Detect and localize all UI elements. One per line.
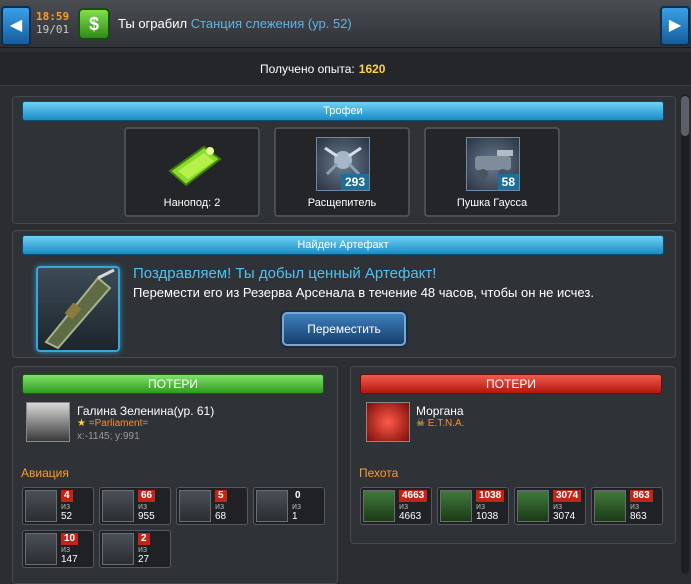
- aircraft-icon: [25, 490, 57, 522]
- unit-total: 147: [61, 554, 78, 565]
- coordinates: x:-1145; y:991: [77, 431, 140, 442]
- artifact-headline: Поздравляем! Ты добыл ценный Артефакт!: [133, 265, 437, 282]
- unit-total: 52: [61, 511, 73, 522]
- aircraft-icon: [179, 490, 211, 522]
- unit-of: из: [61, 501, 71, 511]
- avatar[interactable]: [366, 402, 410, 442]
- money-icon: $: [78, 8, 110, 40]
- unit-of: из: [476, 501, 486, 511]
- trophies-header: Трофеи: [22, 101, 664, 121]
- unit-card[interactable]: 4663 из 4663: [360, 487, 432, 525]
- title-target-link[interactable]: Станция слежения (ур. 52): [191, 16, 352, 31]
- clock: 18:59 19/01: [36, 10, 69, 36]
- unit-total: 1038: [476, 511, 499, 522]
- unit-of: из: [215, 501, 225, 511]
- trophy-label: Пушка Гаусса: [456, 197, 528, 209]
- avatar[interactable]: [26, 402, 70, 442]
- unit-card[interactable]: 2 из 27: [99, 530, 171, 568]
- infantry-icon: [517, 490, 549, 522]
- infantry-icon: [363, 490, 395, 522]
- trophy-count: 58: [497, 174, 519, 190]
- aircraft-icon: [256, 490, 288, 522]
- trophy-label: Расщепитель: [307, 197, 377, 209]
- splitter-icon: 293: [316, 137, 370, 191]
- aircraft-icon: [102, 490, 134, 522]
- unit-card[interactable]: 0 из 1: [253, 487, 325, 525]
- experience-value: 1620: [358, 62, 386, 76]
- unit-total: 4663: [399, 511, 422, 522]
- unit-card[interactable]: 3074 из 3074: [514, 487, 586, 525]
- unit-total: 955: [138, 511, 155, 522]
- skull-icon: ☠: [416, 418, 425, 429]
- unit-card[interactable]: 5 из 68: [176, 487, 248, 525]
- section-aviation: Авиация: [21, 466, 69, 480]
- trophy-splitter[interactable]: 293 Расщепитель: [274, 127, 410, 217]
- artifact-header: Найден Артефакт: [22, 235, 664, 255]
- alliance-name: ★ =Parliament=: [77, 418, 148, 429]
- alliance-label: E.T.N.A.: [427, 418, 465, 429]
- page-title: Ты ограбил Станция слежения (ур. 52): [118, 16, 352, 31]
- move-button[interactable]: Переместить: [282, 312, 406, 346]
- unit-total: 3074: [553, 511, 576, 522]
- clock-time: 18:59: [36, 10, 70, 23]
- trophy-nanopod[interactable]: Нанопод: 2: [124, 127, 260, 217]
- unit-of: из: [553, 501, 563, 511]
- unit-of: из: [630, 501, 640, 511]
- right-losses-header: ПОТЕРИ: [360, 374, 662, 394]
- unit-total: 27: [138, 554, 150, 565]
- unit-of: из: [138, 544, 148, 554]
- infantry-icon: [440, 490, 472, 522]
- unit-total: 1: [292, 511, 298, 522]
- artifact-description: Перемести его из Резерва Арсенала в тече…: [133, 285, 594, 300]
- unit-of: из: [138, 501, 148, 511]
- trophy-count: 293: [340, 174, 369, 190]
- gauss-cannon-icon: 58: [466, 137, 520, 191]
- infantry-icon: [594, 490, 626, 522]
- unit-card[interactable]: 863 из 863: [591, 487, 663, 525]
- experience-label: Получено опыта:: [260, 62, 355, 76]
- alliance-name: ☠ E.T.N.A.: [416, 418, 464, 429]
- unit-total: 863: [630, 511, 647, 522]
- forward-arrow-icon[interactable]: ▶: [660, 6, 690, 46]
- alliance-label: =Parliament=: [88, 418, 149, 429]
- artifact-weapon-icon: [36, 266, 120, 352]
- scrollbar-track[interactable]: [681, 94, 689, 574]
- nanopod-icon: [168, 145, 222, 187]
- back-arrow-icon[interactable]: ◀: [1, 6, 31, 46]
- unit-card[interactable]: 1038 из 1038: [437, 487, 509, 525]
- unit-card[interactable]: 10 из 147: [22, 530, 94, 568]
- title-prefix: Ты ограбил: [118, 16, 188, 31]
- scrollbar-thumb[interactable]: [681, 96, 689, 136]
- unit-card[interactable]: 66 из 955: [99, 487, 171, 525]
- player-name[interactable]: Галина Зеленина(ур. 61): [77, 404, 214, 418]
- trophy-label: Нанопод: 2: [163, 197, 221, 209]
- unit-of: из: [61, 544, 71, 554]
- left-losses-header: ПОТЕРИ: [22, 374, 324, 394]
- player-name[interactable]: Моргана: [416, 404, 464, 418]
- aircraft-icon: [25, 533, 57, 565]
- clock-date: 19/01: [36, 23, 70, 36]
- trophy-gauss-cannon[interactable]: 58 Пушка Гаусса: [424, 127, 560, 217]
- section-infantry: Пехота: [359, 466, 399, 480]
- unit-of: из: [399, 501, 409, 511]
- star-icon: ★: [77, 418, 86, 429]
- experience-text: Получено опыта: 1620: [260, 62, 385, 76]
- unit-card[interactable]: 4 из 52: [22, 487, 94, 525]
- unit-total: 68: [215, 511, 227, 522]
- aircraft-icon: [102, 533, 134, 565]
- unit-of: из: [292, 501, 302, 511]
